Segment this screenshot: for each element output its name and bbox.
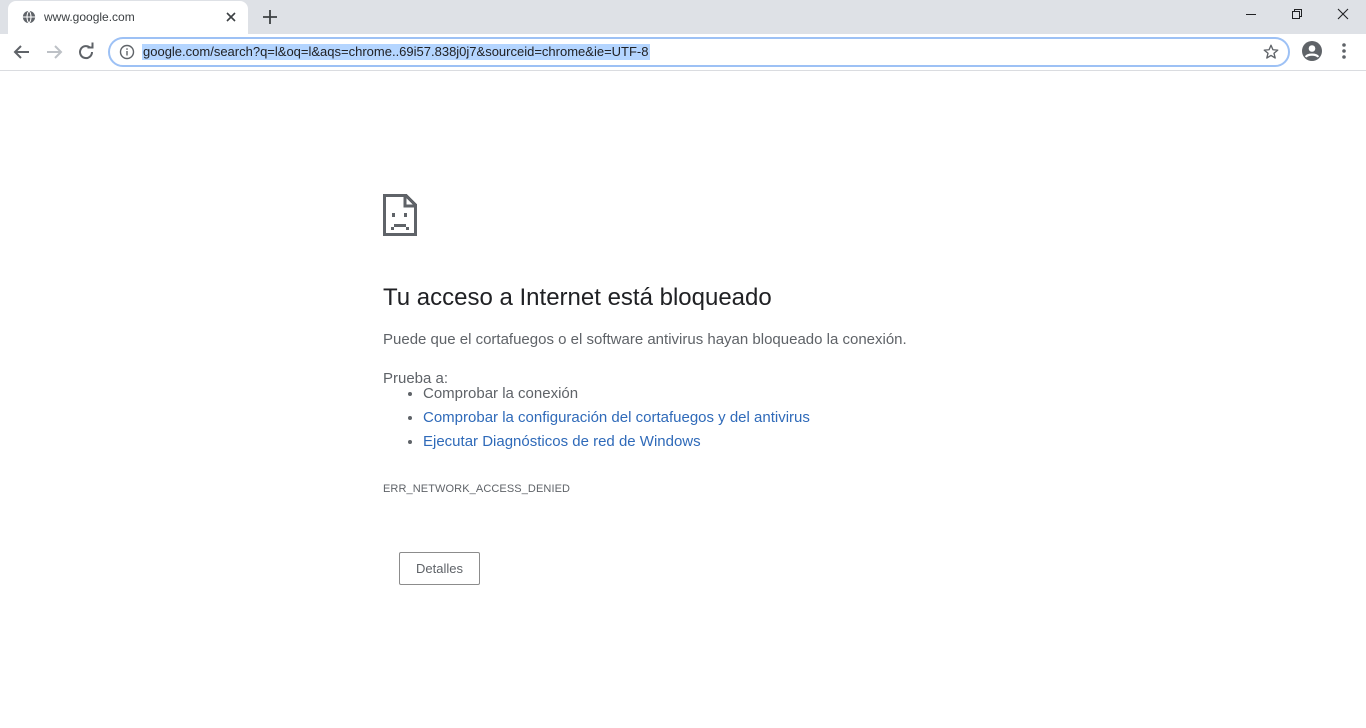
close-window-button[interactable] bbox=[1320, 0, 1366, 30]
forward-arrow-icon[interactable] bbox=[42, 40, 66, 64]
tab-title: www.google.com bbox=[44, 10, 135, 24]
browser-toolbar: google.com/search?q=l&oq=l&aqs=chrome..6… bbox=[0, 34, 1366, 71]
suggestion-text: Comprobar la conexión bbox=[423, 385, 579, 402]
tab-active[interactable]: www.google.com bbox=[8, 1, 248, 34]
suggestion-check-connection: Comprobar la conexión bbox=[423, 382, 810, 406]
network-diagnostics-link[interactable]: Ejecutar Diagnósticos de red de Windows bbox=[423, 433, 701, 450]
firewall-settings-link[interactable]: Comprobar la configuración del cortafueg… bbox=[423, 409, 810, 426]
minimize-icon bbox=[1246, 14, 1256, 15]
back-arrow-icon[interactable] bbox=[10, 40, 34, 64]
suggestion-run-diagnostics: Ejecutar Diagnósticos de red de Windows bbox=[423, 430, 810, 454]
profile-avatar-icon[interactable] bbox=[1301, 40, 1323, 62]
sad-page-icon bbox=[383, 194, 417, 236]
details-button[interactable]: Detalles bbox=[399, 552, 480, 585]
more-menu-icon[interactable] bbox=[1336, 40, 1352, 62]
error-description: Puede que el cortafuegos o el software a… bbox=[383, 331, 907, 348]
restore-icon bbox=[1292, 9, 1302, 19]
restore-button[interactable] bbox=[1274, 0, 1320, 30]
minimize-button[interactable] bbox=[1228, 0, 1274, 30]
suggestions-list: Comprobar la conexión Comprobar la confi… bbox=[383, 382, 810, 454]
new-tab-icon[interactable] bbox=[259, 6, 281, 28]
url-text[interactable]: google.com/search?q=l&oq=l&aqs=chrome..6… bbox=[142, 44, 650, 60]
tab-strip: www.google.com bbox=[0, 0, 1366, 34]
bookmark-star-icon[interactable] bbox=[1262, 43, 1280, 61]
address-bar[interactable]: google.com/search?q=l&oq=l&aqs=chrome..6… bbox=[108, 37, 1290, 67]
close-tab-icon[interactable] bbox=[224, 10, 238, 24]
suggestion-check-firewall: Comprobar la configuración del cortafueg… bbox=[423, 406, 810, 430]
site-info-icon[interactable] bbox=[119, 44, 135, 60]
close-icon bbox=[1337, 8, 1349, 20]
error-code: ERR_NETWORK_ACCESS_DENIED bbox=[383, 483, 571, 495]
error-headline: Tu acceso a Internet está bloqueado bbox=[383, 284, 772, 311]
reload-icon[interactable] bbox=[74, 40, 98, 64]
globe-icon bbox=[22, 10, 36, 24]
